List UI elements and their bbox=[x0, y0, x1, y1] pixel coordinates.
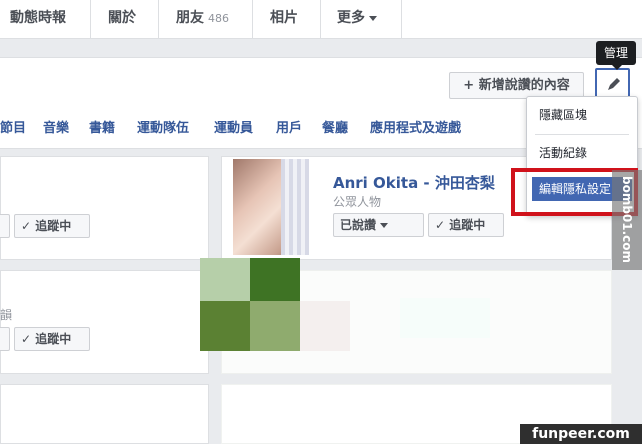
tab-about[interactable]: 關於 bbox=[108, 0, 136, 38]
profile-photo[interactable] bbox=[233, 159, 309, 255]
pixelated-thumbnail bbox=[200, 301, 250, 351]
liked-label: 已說讚 bbox=[340, 218, 377, 232]
pixelated-thumbnail bbox=[200, 258, 250, 301]
following-button[interactable]: ✓ 追蹤中 bbox=[14, 327, 90, 351]
category-people[interactable]: 用戶 bbox=[276, 117, 302, 136]
pixelated-block bbox=[400, 298, 490, 338]
nav-divider bbox=[401, 0, 402, 38]
nav-divider bbox=[252, 0, 253, 38]
pixelated-thumbnail bbox=[300, 301, 350, 351]
page-category: 韻 bbox=[0, 308, 13, 322]
footer-watermark: funpeer.com bbox=[520, 424, 642, 444]
category-music[interactable]: 音樂 bbox=[43, 117, 69, 136]
liked-button[interactable] bbox=[0, 214, 10, 238]
nav-divider bbox=[158, 0, 159, 38]
following-button[interactable]: ✓ 追蹤中 bbox=[428, 213, 504, 237]
menu-item-hide-section[interactable]: 隱藏區塊 bbox=[527, 103, 637, 127]
pixelated-thumbnail bbox=[250, 258, 300, 301]
category-sports-teams[interactable]: 運動隊伍 bbox=[137, 117, 189, 136]
side-watermark: bomb01.com bbox=[612, 170, 642, 270]
tab-friends[interactable]: 朋友 486 bbox=[176, 0, 229, 38]
liked-page-card bbox=[0, 270, 209, 374]
following-button[interactable]: ✓ 追蹤中 bbox=[14, 214, 90, 238]
shirt-stripes bbox=[281, 159, 309, 255]
manage-tooltip: 管理 bbox=[596, 41, 636, 70]
tab-timeline[interactable]: 動態時報 bbox=[10, 0, 66, 38]
liked-button[interactable] bbox=[0, 327, 10, 351]
tab-photos-label: 相片 bbox=[270, 10, 298, 26]
pixelated-thumbnail bbox=[250, 301, 300, 351]
category-restaurants[interactable]: 餐廳 bbox=[322, 117, 348, 136]
page-name-link[interactable]: Anri Okita - 沖田杏梨 bbox=[333, 172, 495, 193]
nav-divider bbox=[320, 0, 321, 38]
tab-timeline-label: 動態時報 bbox=[10, 10, 66, 26]
liked-page-card bbox=[0, 156, 209, 260]
liked-button[interactable]: 已說讚 bbox=[333, 213, 424, 237]
tab-about-label: 關於 bbox=[108, 10, 136, 26]
category-athletes[interactable]: 運動員 bbox=[214, 117, 253, 136]
tab-photos[interactable]: 相片 bbox=[270, 0, 298, 38]
chevron-down-icon bbox=[369, 15, 377, 21]
menu-item-activity-log[interactable]: 活動紀錄 bbox=[527, 141, 637, 165]
category-apps-games[interactable]: 應用程式及遊戲 bbox=[370, 117, 461, 136]
category-books[interactable]: 書籍 bbox=[89, 117, 115, 136]
liked-page-card bbox=[0, 384, 209, 444]
profile-nav: 動態時報 關於 朋友 486 相片 更多 bbox=[0, 0, 642, 39]
tab-more[interactable]: 更多 bbox=[337, 0, 377, 38]
friends-count: 486 bbox=[208, 12, 229, 25]
chevron-down-icon bbox=[380, 223, 389, 228]
menu-divider bbox=[535, 134, 629, 135]
add-liked-content-button[interactable]: + 新增說讚的內容 bbox=[449, 72, 584, 99]
category-shows[interactable]: 節目 bbox=[0, 117, 26, 136]
page-category: 公眾人物 bbox=[333, 195, 382, 209]
tab-more-label: 更多 bbox=[337, 10, 365, 26]
nav-divider bbox=[90, 0, 91, 38]
tab-friends-label: 朋友 bbox=[176, 10, 204, 26]
